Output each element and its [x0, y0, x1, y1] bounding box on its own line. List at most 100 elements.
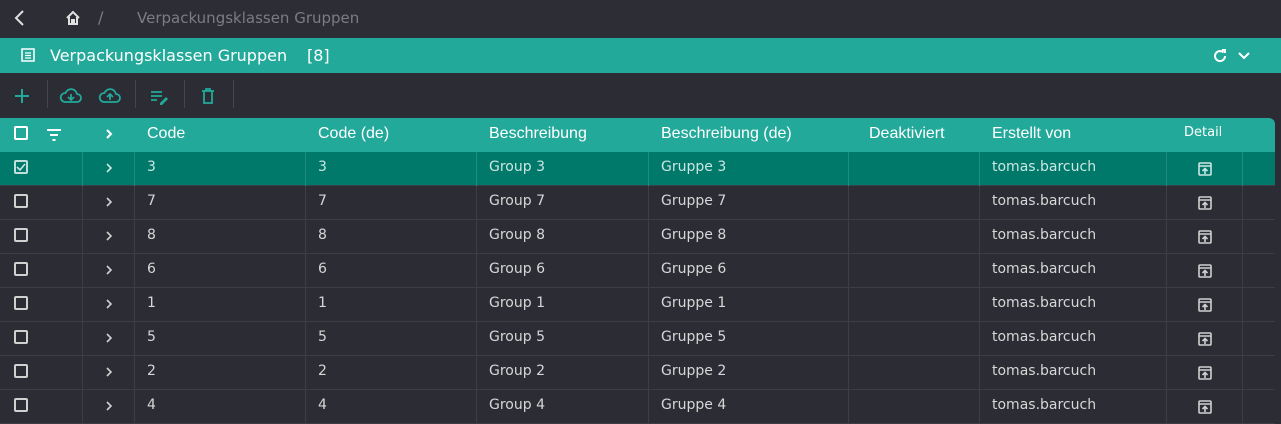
cell-divider [648, 152, 649, 186]
cell-divider [648, 220, 649, 254]
table-row[interactable]: 2 2 Group 2 Gruppe 2 tomas.barcuch [0, 356, 1275, 390]
toolbar-divider [184, 80, 185, 108]
check-icon [16, 163, 26, 172]
open-detail-icon[interactable] [1197, 263, 1213, 279]
panel-title: Verpackungsklassen Gruppen [50, 46, 288, 65]
open-detail-icon[interactable] [1197, 229, 1213, 245]
cell-divider [979, 152, 980, 186]
table-row[interactable]: 6 6 Group 6 Gruppe 6 tomas.barcuch [0, 254, 1275, 288]
cell-divider [305, 186, 306, 220]
cell-beschreibung: Group 7 [489, 193, 545, 209]
table-row[interactable]: 4 4 Group 4 Gruppe 4 tomas.barcuch [0, 390, 1275, 424]
column-header-beschreibung[interactable]: Beschreibung [489, 125, 587, 143]
expand-row-chevron-icon[interactable] [103, 331, 115, 345]
cell-divider [134, 390, 135, 424]
expand-row-chevron-icon[interactable] [103, 263, 115, 277]
cell-divider [1242, 152, 1243, 186]
cell-divider [848, 288, 849, 322]
cell-divider [82, 390, 83, 424]
cell-beschreibung: Group 8 [489, 227, 545, 243]
cell-divider [848, 356, 849, 390]
cell-beschreibung: Group 4 [489, 397, 545, 413]
open-detail-icon[interactable] [1197, 195, 1213, 211]
select-all-checkbox[interactable] [14, 126, 28, 140]
cell-code-de: 4 [318, 397, 327, 413]
cell-code: 8 [147, 227, 156, 243]
row-checkbox[interactable] [14, 160, 28, 174]
delete-button[interactable] [196, 84, 220, 108]
cell-divider [82, 152, 83, 186]
cell-divider [979, 390, 980, 424]
filter-icon[interactable] [46, 128, 62, 142]
column-header-deaktiviert[interactable]: Deaktiviert [869, 125, 945, 143]
cell-erstellt-von: tomas.barcuch [992, 159, 1097, 175]
toolbar-divider [233, 80, 234, 108]
cell-divider [1242, 254, 1243, 288]
cell-divider [134, 322, 135, 356]
cell-beschreibung-de: Gruppe 6 [661, 261, 727, 277]
row-checkbox[interactable] [14, 364, 28, 378]
cell-erstellt-von: tomas.barcuch [992, 193, 1097, 209]
expand-row-chevron-icon[interactable] [103, 399, 115, 413]
expand-all-chevron-icon[interactable] [103, 127, 115, 141]
toolbar-divider [47, 80, 48, 108]
expand-row-chevron-icon[interactable] [103, 195, 115, 209]
open-detail-icon[interactable] [1197, 331, 1213, 347]
row-checkbox[interactable] [14, 398, 28, 412]
cell-erstellt-von: tomas.barcuch [992, 295, 1097, 311]
expand-row-chevron-icon[interactable] [103, 297, 115, 311]
toolbar [0, 74, 1281, 118]
cell-divider [305, 152, 306, 186]
cell-erstellt-von: tomas.barcuch [992, 261, 1097, 277]
cell-code: 6 [147, 261, 156, 277]
row-checkbox[interactable] [14, 262, 28, 276]
open-detail-icon[interactable] [1197, 399, 1213, 415]
row-checkbox[interactable] [14, 228, 28, 242]
cloud-download-icon [59, 88, 82, 103]
expand-row-chevron-icon[interactable] [103, 365, 115, 379]
edit-button[interactable] [147, 84, 171, 108]
column-header-code-de[interactable]: Code (de) [318, 125, 389, 143]
column-header-code[interactable]: Code [147, 125, 185, 143]
row-checkbox[interactable] [14, 330, 28, 344]
cell-beschreibung-de: Gruppe 8 [661, 227, 727, 243]
cell-code: 4 [147, 397, 156, 413]
home-icon[interactable] [64, 9, 82, 27]
open-detail-icon[interactable] [1197, 365, 1213, 381]
open-detail-icon[interactable] [1197, 297, 1213, 313]
cell-beschreibung: Group 1 [489, 295, 545, 311]
cell-beschreibung: Group 3 [489, 159, 545, 175]
cell-divider [848, 220, 849, 254]
cell-divider [82, 254, 83, 288]
toolbar-divider [135, 80, 136, 108]
table-row[interactable]: 5 5 Group 5 Gruppe 5 tomas.barcuch [0, 322, 1275, 356]
open-detail-icon[interactable] [1197, 161, 1213, 177]
cell-code-de: 5 [318, 329, 327, 345]
row-checkbox[interactable] [14, 296, 28, 310]
chevron-down-icon[interactable] [1236, 48, 1252, 64]
cell-erstellt-von: tomas.barcuch [992, 397, 1097, 413]
edit-list-icon [151, 91, 168, 105]
upload-button[interactable] [98, 84, 122, 108]
cell-beschreibung-de: Gruppe 1 [661, 295, 727, 311]
cell-divider [476, 254, 477, 288]
column-header-erstellt-von[interactable]: Erstellt von [992, 125, 1071, 143]
column-header-beschreibung-de[interactable]: Beschreibung (de) [661, 125, 792, 143]
cell-erstellt-von: tomas.barcuch [992, 329, 1097, 345]
cell-divider [648, 390, 649, 424]
expand-row-chevron-icon[interactable] [103, 161, 115, 175]
add-button[interactable] [10, 84, 34, 108]
download-button[interactable] [59, 84, 83, 108]
plus-icon [15, 89, 29, 103]
cell-divider [979, 220, 980, 254]
table-row[interactable]: 7 7 Group 7 Gruppe 7 tomas.barcuch [0, 186, 1275, 220]
cell-beschreibung-de: Gruppe 3 [661, 159, 727, 175]
table-row[interactable]: 8 8 Group 8 Gruppe 8 tomas.barcuch [0, 220, 1275, 254]
row-checkbox[interactable] [14, 194, 28, 208]
expand-row-chevron-icon[interactable] [103, 229, 115, 243]
table-row[interactable]: 3 3 Group 3 Gruppe 3 tomas.barcuch [0, 152, 1275, 186]
refresh-icon[interactable] [1212, 48, 1228, 64]
back-chevron-icon[interactable] [12, 9, 28, 27]
panel-header: Verpackungsklassen Gruppen [8] [0, 38, 1281, 73]
table-row[interactable]: 1 1 Group 1 Gruppe 1 tomas.barcuch [0, 288, 1275, 322]
